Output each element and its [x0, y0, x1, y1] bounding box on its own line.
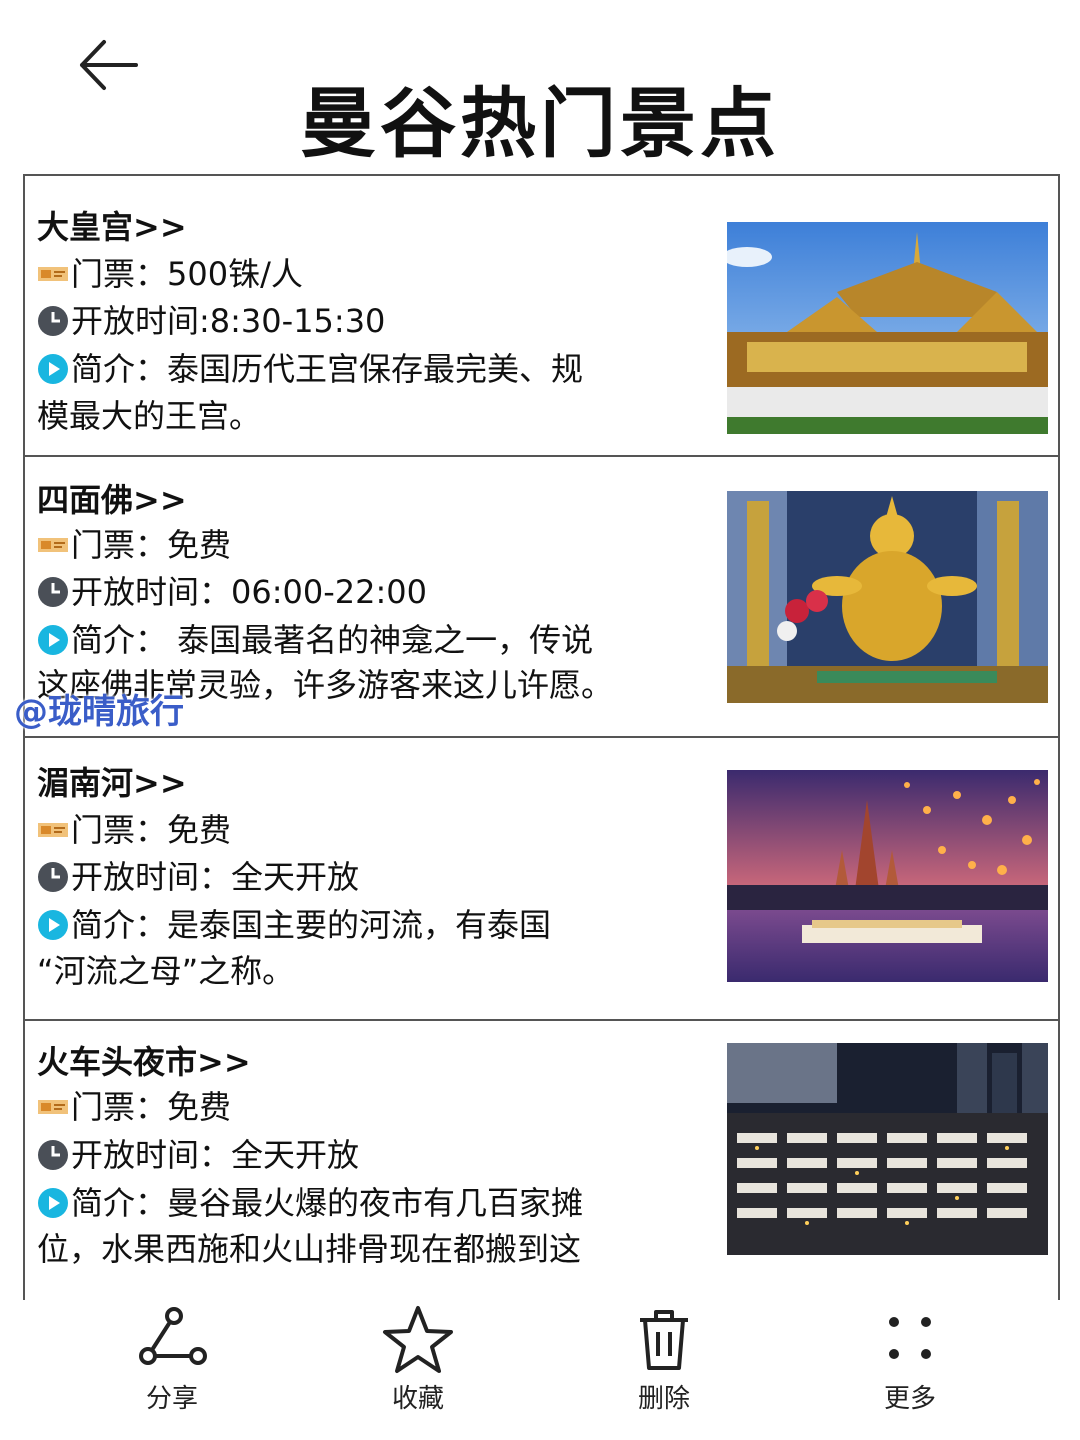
description-text: 简介：曼谷最火爆的夜市有几百家摊 — [71, 1184, 584, 1222]
share-button[interactable]: 分享 — [112, 1304, 232, 1424]
ticket-icon — [38, 267, 68, 281]
attraction-photo[interactable] — [727, 1043, 1048, 1255]
favorite-button[interactable]: 收藏 — [358, 1304, 478, 1424]
ticket-text: 门票：免费 — [71, 526, 232, 564]
attraction-photo[interactable] — [727, 222, 1048, 434]
erawan-shrine-image — [727, 491, 1048, 703]
chao-phraya-river-image — [727, 770, 1048, 982]
watermark: @珑晴旅行 — [14, 692, 184, 732]
favorite-label: 收藏 — [391, 1384, 444, 1414]
share-label: 分享 — [145, 1384, 198, 1414]
ticket-icon — [38, 1100, 68, 1114]
bottom-toolbar: 分享 收藏 删除 更多 — [0, 1300, 1080, 1440]
star-icon — [383, 1306, 453, 1373]
ticket-row: 门票：免费 — [37, 1083, 231, 1127]
hours-row: 开放时间：全天开放 — [37, 853, 359, 897]
ticket-text: 门票：500铢/人 — [71, 255, 303, 293]
description-row: 简介：曼谷最火爆的夜市有几百家摊 — [37, 1179, 583, 1223]
hours-text: 开放时间：全天开放 — [71, 1136, 360, 1174]
hours-text: 开放时间：06:00-22:00 — [71, 573, 427, 611]
ticket-text: 门票：免费 — [71, 1088, 232, 1126]
night-market-image — [727, 1043, 1048, 1255]
ticket-icon — [38, 823, 68, 837]
description-continued: 模最大的王宫。 — [37, 397, 262, 435]
clock-icon — [38, 1140, 68, 1170]
attraction-name[interactable]: 四面佛>> — [37, 475, 187, 521]
clock-icon — [38, 862, 68, 892]
play-circle-icon — [38, 354, 68, 384]
hours-row: 开放时间：06:00-22:00 — [37, 568, 427, 612]
hours-row: 开放时间：全天开放 — [37, 1131, 359, 1175]
description-text: 简介：是泰国主要的河流，有泰国 — [71, 906, 552, 944]
delete-button[interactable]: 删除 — [604, 1304, 724, 1424]
description-row: 简介：是泰国主要的河流，有泰国 — [37, 901, 551, 945]
page-title: 曼谷热门景点 — [300, 79, 780, 168]
attraction-list: 大皇宫>> 门票：500铢/人 开放时间:8:30-15:30 简介：泰国历代王… — [23, 174, 1060, 1302]
more-button[interactable]: 更多 — [850, 1304, 970, 1424]
more-label: 更多 — [883, 1384, 936, 1414]
ticket-icon — [38, 538, 68, 552]
hours-text: 开放时间：全天开放 — [71, 858, 360, 896]
description-continued: 位，水果西施和火山排骨现在都搬到这 — [37, 1230, 582, 1268]
hours-text: 开放时间:8:30-15:30 — [71, 302, 386, 340]
grand-palace-image — [727, 222, 1048, 434]
attraction-name[interactable]: 湄南河>> — [37, 758, 187, 804]
clock-icon — [38, 306, 68, 336]
attraction-photo[interactable] — [727, 770, 1048, 982]
ticket-text: 门票：免费 — [71, 811, 232, 849]
attraction-card[interactable]: 火车头夜市>> 门票：免费 开放时间：全天开放 简介：曼谷最火爆的夜市有几百家摊… — [25, 1021, 1058, 1302]
hours-row: 开放时间:8:30-15:30 — [37, 297, 385, 341]
attraction-photo[interactable] — [727, 491, 1048, 703]
description-text: 简介： 泰国最著名的神龛之一，传说 — [71, 621, 594, 659]
description-continued: “河流之母”之称。 — [37, 952, 295, 990]
description-text: 简介：泰国历代王宫保存最完美、规 — [71, 350, 584, 388]
ticket-row: 门票：免费 — [37, 806, 231, 850]
trash-icon — [640, 1310, 688, 1370]
play-circle-icon — [38, 1188, 68, 1218]
share-icon — [139, 1307, 207, 1365]
ticket-row: 门票：500铢/人 — [37, 250, 303, 294]
more-dots-icon — [889, 1317, 931, 1359]
clock-icon — [38, 577, 68, 607]
play-circle-icon — [38, 625, 68, 655]
ticket-row: 门票：免费 — [37, 521, 231, 565]
header: 曼谷热门景点 — [0, 0, 1080, 172]
attraction-name[interactable]: 大皇宫>> — [37, 202, 187, 248]
attraction-card[interactable]: 湄南河>> 门票：免费 开放时间：全天开放 简介：是泰国主要的河流，有泰国 “河… — [25, 738, 1058, 1021]
description-row: 简介： 泰国最著名的神龛之一，传说 — [37, 616, 593, 660]
attraction-name[interactable]: 火车头夜市>> — [37, 1037, 251, 1083]
description-row: 简介：泰国历代王宫保存最完美、规 — [37, 345, 583, 389]
delete-label: 删除 — [637, 1384, 690, 1414]
attraction-card[interactable]: 大皇宫>> 门票：500铢/人 开放时间:8:30-15:30 简介：泰国历代王… — [25, 176, 1058, 457]
play-circle-icon — [38, 910, 68, 940]
